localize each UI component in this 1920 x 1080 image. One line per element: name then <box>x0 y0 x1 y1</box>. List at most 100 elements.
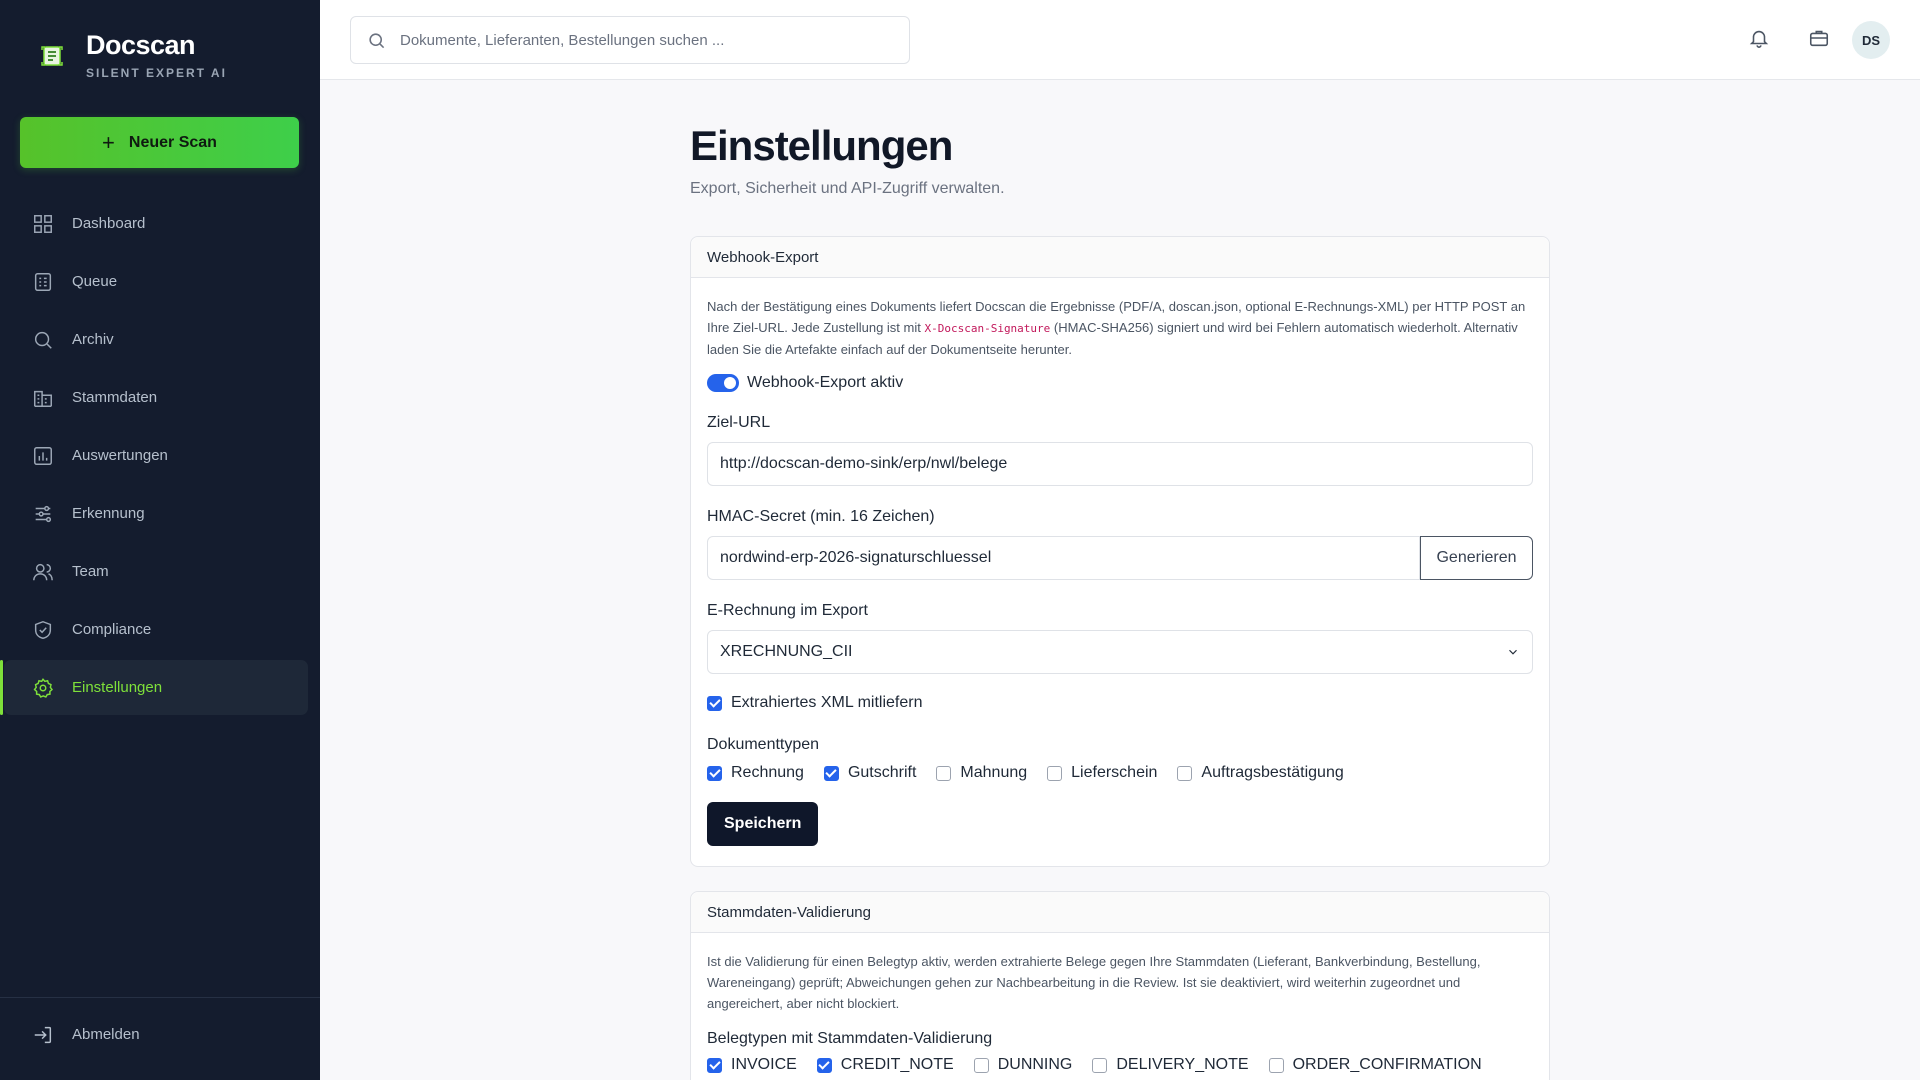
sidebar-item-label: Einstellungen <box>72 679 163 696</box>
main-content: Einstellungen Export, Sicherheit und API… <box>690 80 1550 1080</box>
new-scan-button[interactable]: + Neuer Scan <box>20 117 299 168</box>
doctype-rechnung: Rechnung <box>707 764 804 782</box>
logout-label: Abmelden <box>72 1026 140 1043</box>
mahnung-checkbox[interactable] <box>936 765 952 781</box>
page-title: Einstellungen <box>690 122 953 169</box>
erechnung-select[interactable]: XRECHNUNG_CII <box>707 630 1533 674</box>
sidebar-item-label: Dashboard <box>72 215 146 232</box>
sidebar-item-archiv[interactable]: Archiv <box>4 312 308 367</box>
doctype-lieferschein: Lieferschein <box>1047 764 1157 782</box>
type-invoice: INVOICE <box>707 1056 797 1074</box>
avatar[interactable]: DS <box>1852 21 1890 59</box>
sidebar-item-compliance[interactable]: Compliance <box>4 602 308 657</box>
sidebar-item-label: Team <box>72 563 109 580</box>
sidebar-item-label: Compliance <box>72 621 152 638</box>
doctype-mahnung: Mahnung <box>936 764 1027 782</box>
search-input[interactable] <box>400 31 880 49</box>
sidebar-item-dashboard[interactable]: Dashboard <box>4 196 308 251</box>
briefcase-button[interactable] <box>1808 27 1832 51</box>
url-label: Ziel-URL <box>707 414 771 431</box>
type-delivery-note: DELIVERY_NOTE <box>1092 1056 1249 1074</box>
gear-icon <box>33 677 53 698</box>
sidebar-item-team[interactable]: Team <box>4 544 308 599</box>
dashboard-icon <box>34 214 52 233</box>
sidebar-item-label: Auswertungen <box>72 447 168 464</box>
sidebar-item-queue[interactable]: Queue <box>4 254 308 309</box>
invoice-checkbox[interactable] <box>707 1057 722 1073</box>
save-button[interactable]: Speichern <box>707 802 819 846</box>
gutschrift-checkbox[interactable] <box>823 765 839 781</box>
building-icon <box>34 390 52 407</box>
app-tagline: SILENT EXPERT AI <box>86 66 227 80</box>
sidebar-item-auswertungen[interactable]: Auswertungen <box>4 428 308 483</box>
sidebar-item-label: Queue <box>72 273 118 290</box>
lieferschein-checkbox[interactable] <box>1047 765 1063 781</box>
webhook-active-toggle[interactable] <box>707 374 739 392</box>
briefcase-icon <box>1809 30 1829 47</box>
xml-checkbox[interactable] <box>707 695 722 711</box>
sidebar-item-label: Erkennung <box>72 505 145 522</box>
sidebar-nav: Dashboard Queue Archiv Stammdaten Auswer… <box>0 196 320 718</box>
checkbox-label: CREDIT_NOTE <box>840 1056 954 1073</box>
doctypes-label: Dokumenttypen <box>707 736 820 753</box>
shield-icon <box>34 620 52 639</box>
type-dunning: DUNNING <box>973 1056 1073 1074</box>
select-value: XRECHNUNG_CII <box>720 643 853 660</box>
chart-icon <box>34 446 52 465</box>
checkbox-label: Auftragsbestätigung <box>1201 764 1344 781</box>
belegtypen-label: Belegtypen mit Stammdaten-Validierung <box>707 1030 993 1047</box>
sidebar-item-label: Archiv <box>72 331 114 348</box>
checkbox-label: DELIVERY_NOTE <box>1116 1056 1249 1073</box>
page-subtitle: Export, Sicherheit und API-Zugriff verwa… <box>690 180 1005 197</box>
notifications-button[interactable] <box>1748 27 1772 51</box>
logout-icon <box>34 1026 52 1043</box>
order-confirmation-checkbox[interactable] <box>1268 1057 1284 1073</box>
checkbox-label: Extrahiertes XML mitliefern <box>731 694 923 711</box>
dunning-checkbox[interactable] <box>973 1057 989 1073</box>
sidebar-item-label: Stammdaten <box>72 389 158 406</box>
belegtypen-group: INVOICE CREDIT_NOTE DUNNING DELIVERY_NOT… <box>707 1056 1533 1074</box>
secret-input-group: nordwind-erp-2026-signaturschluessel Gen… <box>707 536 1533 580</box>
doctypes-group: Rechnung Gutschrift Mahnung Lieferschein… <box>707 764 1533 782</box>
users-icon <box>33 563 53 580</box>
type-order-confirmation: ORDER_CONFIRMATION <box>1268 1056 1482 1074</box>
sidebar-item-stammdaten[interactable]: Stammdaten <box>4 370 308 425</box>
stammdaten-description: Ist die Validierung für einen Belegtyp a… <box>707 954 1481 1011</box>
new-scan-label: Neuer Scan <box>128 133 217 151</box>
generate-button[interactable]: Generieren <box>1420 536 1533 580</box>
auftragsbestaetigung-checkbox[interactable] <box>1177 765 1193 781</box>
checkbox-label: Mahnung <box>960 764 1028 781</box>
queue-icon <box>34 272 52 291</box>
plus-icon: + <box>102 129 115 155</box>
doctype-gutschrift: Gutschrift <box>823 764 917 782</box>
sidebar-item-erkennung[interactable]: Erkennung <box>4 486 308 541</box>
signature-header-code: X-Docscan-Signature <box>924 322 1051 335</box>
search-icon <box>369 32 385 48</box>
checkbox-label: Gutschrift <box>847 764 917 781</box>
checkbox-label: DUNNING <box>997 1056 1073 1073</box>
checkbox-label: Rechnung <box>731 764 804 781</box>
erechnung-label: E-Rechnung im Export <box>707 602 868 619</box>
credit-note-checkbox[interactable] <box>816 1057 832 1073</box>
delivery-note-checkbox[interactable] <box>1092 1057 1108 1073</box>
target-url-input[interactable]: http://docscan-demo-sink/erp/nwl/belege <box>707 442 1533 486</box>
secret-label: HMAC-Secret (min. 16 Zeichen) <box>707 508 935 525</box>
search-box[interactable] <box>350 16 910 64</box>
webhook-description: Nach der Bestätigung eines Dokuments lie… <box>707 296 1533 360</box>
doctype-auftragsbestaetigung: Auftragsbestätigung <box>1177 764 1344 782</box>
topbar: DS <box>320 0 1920 80</box>
webhook-export-card: Webhook-Export Nach der Bestätigung eine… <box>690 236 1550 867</box>
chevron-down-icon <box>1509 649 1517 655</box>
logout-button[interactable]: Abmelden <box>4 1007 140 1062</box>
sidebar-item-einstellungen[interactable]: Einstellungen <box>0 660 308 715</box>
type-credit-note: CREDIT_NOTE <box>816 1056 954 1074</box>
sidebar: Docscan SILENT EXPERT AI + Neuer Scan Da… <box>0 0 320 1080</box>
rechnung-checkbox[interactable] <box>707 765 722 781</box>
checkbox-label: ORDER_CONFIRMATION <box>1292 1056 1482 1073</box>
toggle-label: Webhook-Export aktiv <box>747 374 904 391</box>
hmac-secret-input[interactable]: nordwind-erp-2026-signaturschluessel <box>707 536 1420 580</box>
search-icon <box>34 331 52 349</box>
checkbox-label: INVOICE <box>731 1056 797 1073</box>
xml-checkbox-row: Extrahiertes XML mitliefern <box>707 694 1533 712</box>
docscan-logo-icon <box>41 46 63 66</box>
